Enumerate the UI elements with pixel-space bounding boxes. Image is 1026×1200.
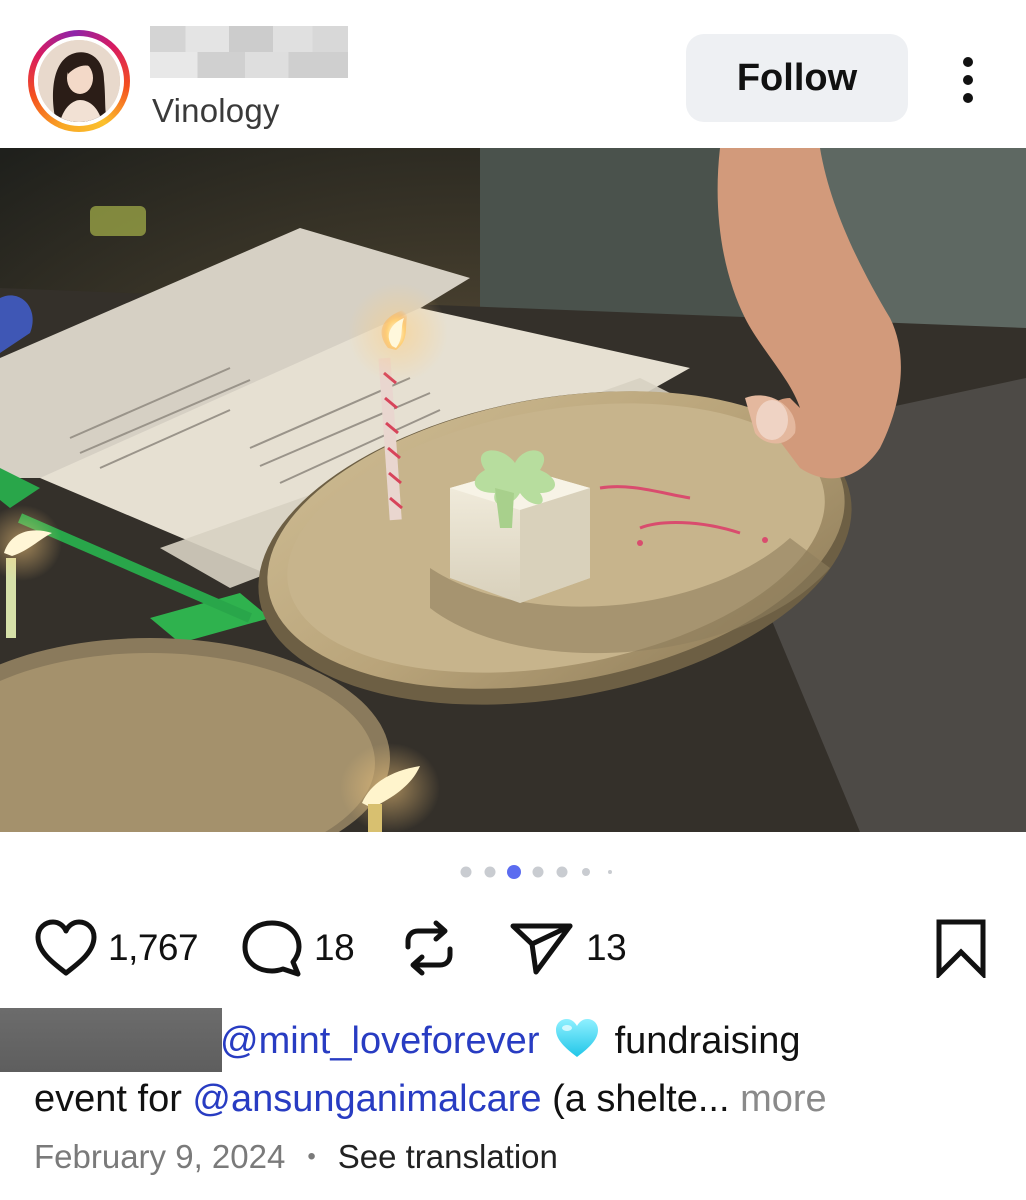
post-meta: February 9, 2024 • See translation [34,1138,558,1176]
caption-text: fundraising [604,1020,801,1062]
follow-button[interactable]: Follow [686,34,908,122]
carousel-dot [582,868,590,876]
carousel-dot [556,866,568,878]
light-blue-heart-icon [554,1017,600,1059]
post-location[interactable]: Vinology [152,92,280,130]
carousel-dot [532,866,544,878]
share-count[interactable]: 13 [586,927,627,969]
carousel-dot [460,866,472,878]
post-date: February 9, 2024 [34,1138,286,1175]
carousel-indicator [0,862,1026,882]
more-vertical-icon[interactable] [948,50,988,110]
username-redacted[interactable] [150,26,348,78]
caption-text: (a shelte... [541,1078,730,1120]
caption-text: event for [34,1078,193,1120]
comment-icon[interactable] [240,918,304,978]
carousel-dot [484,866,496,878]
heart-icon[interactable] [34,919,98,977]
save-action[interactable] [934,910,988,986]
share-action[interactable]: 13 [508,910,627,986]
post-header: Vinology Follow [0,0,1026,148]
carousel-dot [608,870,612,874]
repost-icon[interactable] [398,917,460,979]
separator: • [307,1143,316,1170]
like-action[interactable]: 1,767 [34,910,199,986]
repost-action[interactable] [398,910,460,986]
more-link[interactable]: more [730,1078,827,1120]
bookmark-icon[interactable] [934,918,988,978]
post-actions: 1,767 18 13 [0,910,1026,986]
avatar [34,36,124,126]
story-ring[interactable] [28,30,130,132]
mention-link[interactable]: @ansunganimalcare [192,1078,541,1120]
carousel-dot-active [507,865,521,879]
comment-action[interactable]: 18 [240,910,355,986]
comment-count[interactable]: 18 [314,927,355,969]
post-photo[interactable] [0,148,1026,832]
mention-link[interactable]: @mint_loveforever [220,1020,539,1062]
see-translation-link[interactable]: See translation [338,1138,558,1176]
send-icon[interactable] [508,918,576,978]
post-caption: @mint_loveforever fundraising event for … [34,1012,994,1128]
like-count[interactable]: 1,767 [108,927,199,969]
profile-photo-icon [38,40,120,122]
